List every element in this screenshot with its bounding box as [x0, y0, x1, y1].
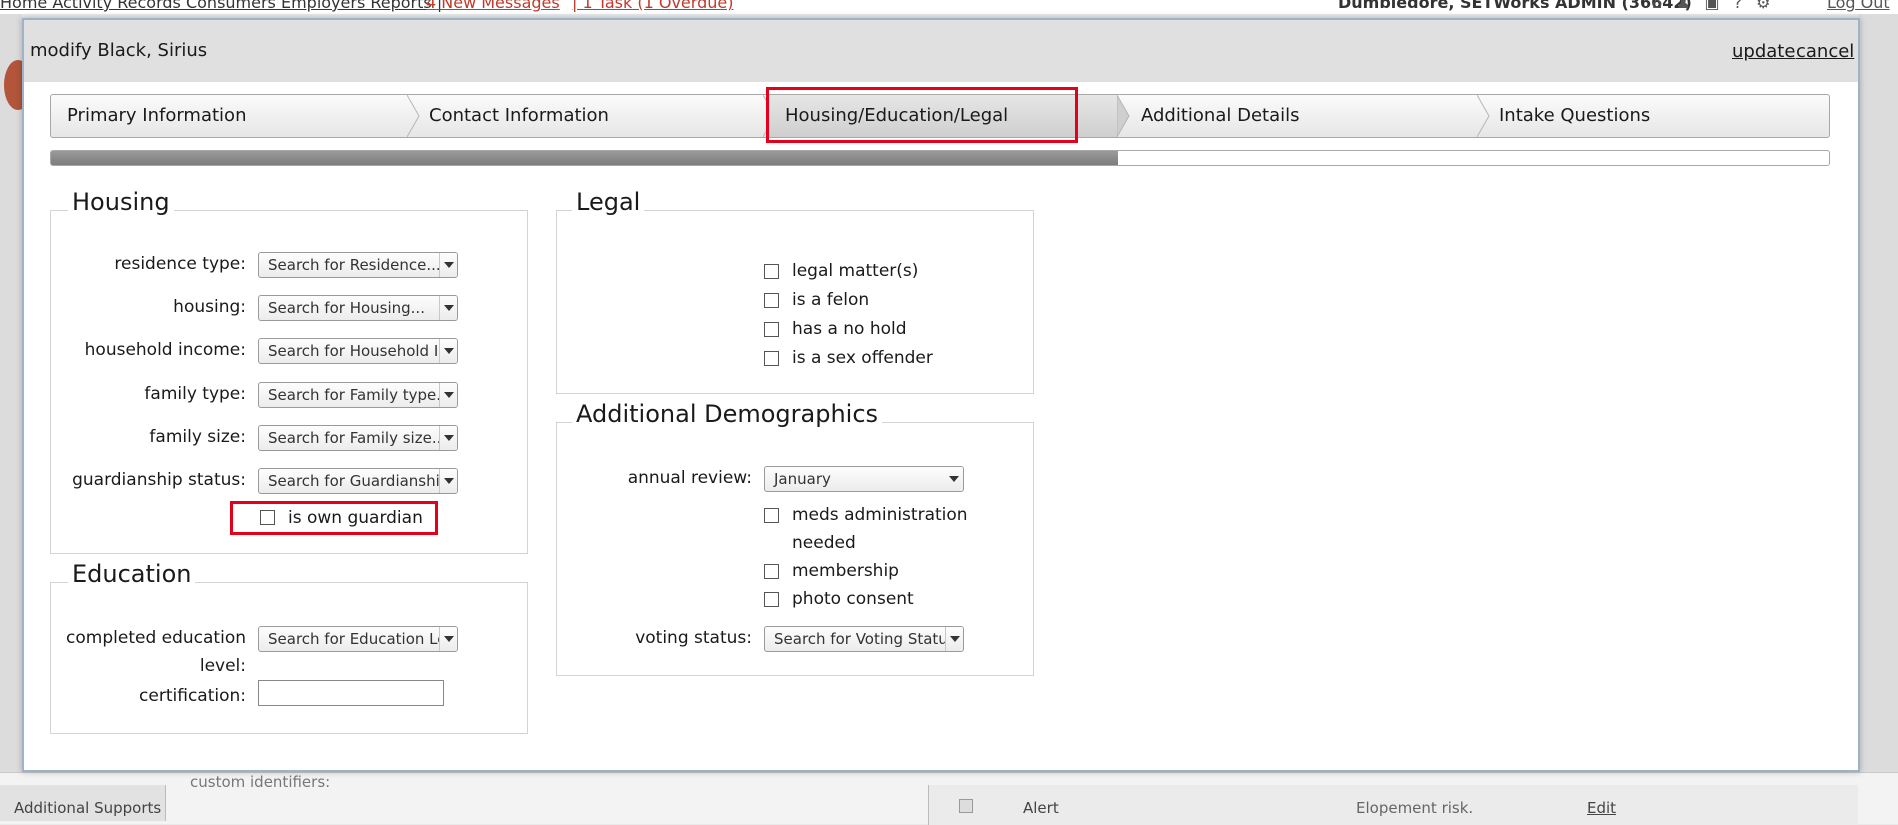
legal-matters-label: legal matter(s) — [792, 261, 919, 281]
select-value: Search for Residence... — [268, 256, 441, 274]
wizard-progress-bar — [50, 150, 1830, 166]
own-guardian-checkbox[interactable] — [260, 510, 275, 525]
housing-legend: Housing — [68, 188, 174, 216]
bg-alert-label: Alert — [1023, 799, 1059, 817]
sex-offender-label: is a sex offender — [792, 348, 933, 368]
bg-task-link[interactable]: | 1 Task (1 Overdue) — [572, 0, 733, 11]
select-value: Search for Guardianship — [268, 472, 450, 490]
completed-education-label: completed education — [66, 628, 246, 648]
dialog-title: modify Black, Sirius — [30, 40, 208, 61]
household-income-select[interactable]: Search for Household Ir — [258, 338, 458, 364]
dialog-header: modify Black, Sirius update cancel — [24, 20, 1858, 82]
select-value: Search for Voting Status — [774, 630, 956, 648]
step-intake-questions[interactable]: Intake Questions — [1483, 95, 1829, 137]
meds-administration-checkbox[interactable] — [764, 508, 779, 523]
cancel-link[interactable]: cancel — [1796, 41, 1854, 62]
background-topbar: Home Activity Records Consumers Employer… — [0, 0, 1898, 14]
step-housing-education-legal[interactable]: Housing/Education/Legal — [769, 95, 1117, 137]
select-value: January — [774, 470, 831, 488]
step-label: Contact Information — [429, 105, 609, 126]
photo-consent-checkbox[interactable] — [764, 592, 779, 607]
step-label: Additional Details — [1141, 105, 1300, 126]
education-section — [50, 582, 528, 734]
chevron-down-icon — [945, 627, 963, 651]
housing-select[interactable]: Search for Housing... — [258, 295, 458, 321]
membership-checkbox[interactable] — [764, 564, 779, 579]
voting-status-select[interactable]: Search for Voting Status — [764, 626, 964, 652]
bg-user-name: Dumbledore, SETWorks ADMIN (36642) — [1338, 0, 1692, 12]
step-label: Primary Information — [67, 105, 247, 126]
is-felon-checkbox[interactable] — [764, 293, 779, 308]
step-contact-information[interactable]: Contact Information — [413, 95, 765, 137]
legal-matters-checkbox[interactable] — [764, 264, 779, 279]
photo-consent-label: photo consent — [792, 589, 914, 609]
step-label: Housing/Education/Legal — [785, 105, 1009, 126]
sex-offender-checkbox[interactable] — [764, 351, 779, 366]
voting-status-label: voting status: — [635, 628, 752, 648]
chevron-down-icon — [439, 426, 457, 450]
legal-legend: Legal — [572, 188, 645, 216]
background-left-panel — [0, 14, 32, 774]
step-primary-information[interactable]: Primary Information — [51, 95, 409, 137]
bg-custom-identifiers: custom identifiers: — [190, 773, 331, 791]
family-type-label: family type: — [144, 384, 246, 404]
chevron-down-icon — [439, 627, 457, 651]
bg-alert-row: Alert Elopement risk. Edit — [928, 785, 1858, 825]
background-bottom-panel: Additional Supports custom identifiers: … — [0, 772, 1898, 825]
chevron-down-icon — [439, 253, 457, 277]
annual-review-select[interactable]: January — [764, 466, 964, 492]
chevron-down-icon — [945, 467, 963, 491]
bg-toolbar-icons[interactable]: ⌂♟▣?⚙ — [1652, 0, 1784, 11]
own-guardian-label: is own guardian — [288, 508, 423, 528]
family-size-select[interactable]: Search for Family size... — [258, 425, 458, 451]
chevron-down-icon — [439, 383, 457, 407]
modify-consumer-dialog: modify Black, Sirius update cancel Prima… — [22, 18, 1860, 772]
select-value: Search for Family size... — [268, 429, 447, 447]
family-type-select[interactable]: Search for Family type.. — [258, 382, 458, 408]
no-hold-label: has a no hold — [792, 319, 907, 339]
annual-review-label: annual review: — [627, 468, 752, 488]
update-link[interactable]: update — [1732, 41, 1795, 62]
household-income-label: household income: — [84, 340, 246, 360]
residence-type-label: residence type: — [114, 254, 246, 274]
education-level-select[interactable]: Search for Education Le — [258, 626, 458, 652]
bg-logout-link[interactable]: Log Out — [1827, 0, 1890, 11]
chevron-down-icon — [439, 296, 457, 320]
chevron-down-icon — [439, 339, 457, 363]
membership-label: membership — [792, 561, 899, 581]
bg-alert-text: Elopement risk. — [1356, 799, 1474, 817]
bg-additional-supports-tab[interactable]: Additional Supports — [0, 785, 166, 821]
bg-nav-links[interactable]: Home Activity Records Consumers Employer… — [0, 0, 442, 11]
bg-new-messages-link[interactable]: 4 New Messages — [426, 0, 560, 11]
certification-input[interactable] — [258, 680, 444, 706]
chevron-down-icon — [439, 469, 457, 493]
residence-type-select[interactable]: Search for Residence... — [258, 252, 458, 278]
wizard-steps: Primary Information Contact Information … — [50, 94, 1830, 138]
background-right-panel — [1858, 14, 1898, 774]
select-value: Search for Education Le — [268, 630, 447, 648]
education-legend: Education — [68, 560, 196, 588]
select-value: Search for Housing... — [268, 299, 425, 317]
no-hold-checkbox[interactable] — [764, 322, 779, 337]
additional-demographics-legend: Additional Demographics — [572, 400, 883, 428]
select-value: Search for Household Ir — [268, 342, 445, 360]
certification-label: certification: — [139, 686, 246, 706]
completed-education-label-level: level: — [199, 656, 246, 676]
select-value: Search for Family type.. — [268, 386, 446, 404]
family-size-label: family size: — [149, 427, 246, 447]
guardianship-status-select[interactable]: Search for Guardianship — [258, 468, 458, 494]
step-label: Intake Questions — [1499, 105, 1651, 126]
progress-fill — [51, 151, 1118, 165]
bg-alert-checkbox[interactable] — [959, 799, 973, 813]
step-additional-details[interactable]: Additional Details — [1125, 95, 1479, 137]
guardianship-status-label: guardianship status: — [72, 470, 246, 490]
meds-administration-label-needed: needed — [792, 533, 856, 553]
bg-edit-link[interactable]: Edit — [1587, 799, 1616, 817]
meds-administration-label: meds administration — [792, 505, 968, 525]
is-felon-label: is a felon — [792, 290, 870, 310]
housing-label: housing: — [173, 297, 246, 317]
